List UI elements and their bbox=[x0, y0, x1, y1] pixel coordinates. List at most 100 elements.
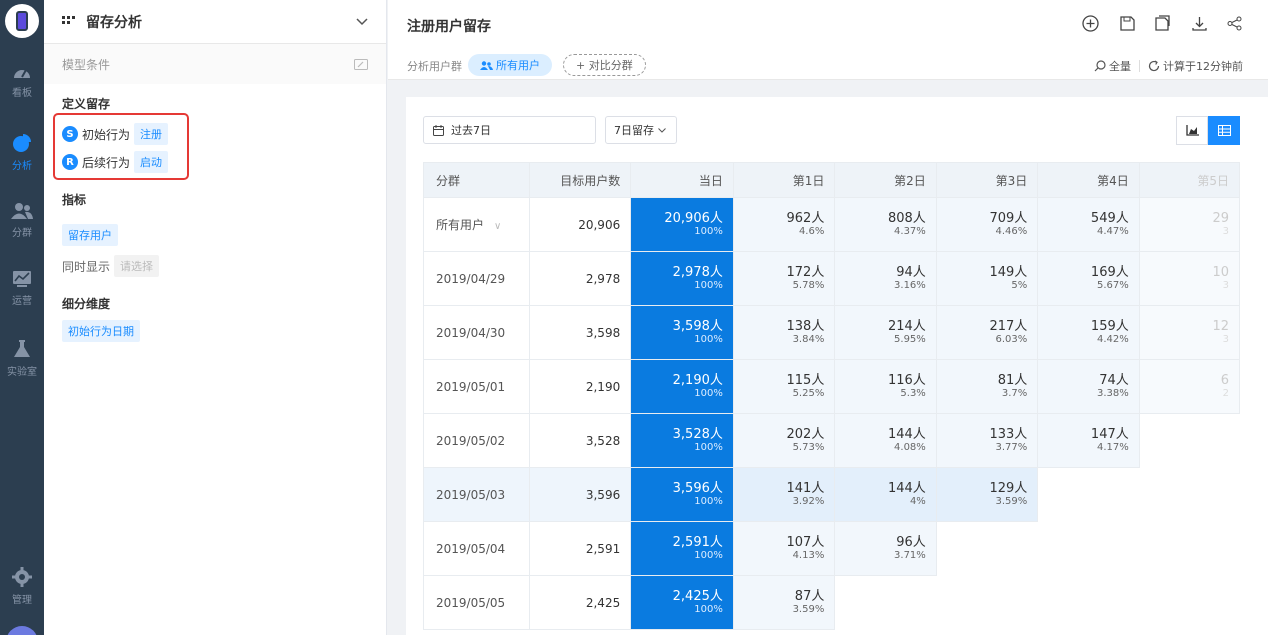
retention-cell: 2,190人 100% bbox=[630, 359, 734, 414]
table-view-button[interactable] bbox=[1208, 116, 1240, 145]
add-icon[interactable] bbox=[1081, 14, 1099, 32]
panel-title: 留存分析 bbox=[86, 14, 142, 31]
retention-cell: 141人 3.92% bbox=[732, 467, 836, 522]
nav-label: 分群 bbox=[12, 228, 32, 239]
share-icon[interactable] bbox=[1225, 14, 1243, 32]
retained-count: 81人 bbox=[997, 372, 1028, 388]
group-name: 2019/05/02 bbox=[436, 433, 506, 448]
dimension-tag[interactable]: 初始行为日期 bbox=[62, 320, 140, 342]
retained-count: 2,425人 bbox=[672, 588, 723, 604]
group-cell: 2019/05/01 bbox=[423, 359, 530, 414]
retention-cell: 2,591人 100% bbox=[630, 521, 734, 576]
empty-cell bbox=[1139, 467, 1240, 522]
target-users-cell: 2,978 bbox=[528, 251, 632, 306]
nav-item-operations[interactable]: 运营 bbox=[0, 270, 44, 320]
nav-item-dashboard[interactable]: 看板 bbox=[0, 64, 44, 114]
retained-count: 962人 bbox=[786, 210, 825, 226]
target-users-cell: 3,598 bbox=[528, 305, 632, 360]
retained-count: 87人 bbox=[794, 588, 825, 604]
save-as-icon[interactable] bbox=[1154, 14, 1172, 32]
retention-cell: 94人 3.16% bbox=[834, 251, 937, 306]
computed-time: 计算于12分钟前 bbox=[1163, 60, 1243, 73]
retained-count: 709人 bbox=[989, 210, 1028, 226]
section-title-metrics: 指标 bbox=[62, 193, 87, 207]
retention-cell: 133人 3.77% bbox=[935, 413, 1039, 468]
retained-count: 129人 bbox=[989, 480, 1028, 496]
save-icon[interactable] bbox=[1118, 14, 1136, 32]
retention-cell: 107人 4.13% bbox=[732, 521, 836, 576]
retained-count: 107人 bbox=[786, 534, 825, 550]
target-users-cell: 3,528 bbox=[528, 413, 632, 468]
retained-count: 3,598人 bbox=[672, 318, 723, 334]
retention-rate: 3.92% bbox=[792, 495, 825, 507]
nav-item-analysis[interactable]: 分析 bbox=[0, 133, 44, 183]
empty-cell bbox=[1037, 467, 1140, 522]
retention-cell: 169人 5.67% bbox=[1037, 251, 1140, 306]
retention-rate: 3.77% bbox=[995, 441, 1028, 453]
retention-period-select[interactable]: 7日留存 bbox=[605, 116, 677, 144]
retention-rate: 4.08% bbox=[894, 441, 926, 453]
retained-count: 10 bbox=[1212, 264, 1229, 280]
retention-cell: 3,598人 100% bbox=[630, 305, 734, 360]
app-logo[interactable] bbox=[5, 4, 39, 38]
date-range-value: 过去7日 bbox=[451, 124, 491, 137]
retention-rate: 5.3% bbox=[900, 387, 926, 399]
group-cell[interactable]: 所有用户 ∨ bbox=[423, 197, 530, 252]
section-title-define: 定义留存 bbox=[62, 97, 111, 111]
calendar-icon bbox=[433, 124, 444, 136]
main-area: 注册用户留存 分析用户群 所有用户 + 对比分群 全量 计算于12分钟前 过去7… bbox=[388, 0, 1268, 635]
retained-count: 159人 bbox=[1090, 318, 1129, 334]
retained-count: 20,906人 bbox=[664, 210, 723, 226]
retention-cell: 147人 4.17% bbox=[1037, 413, 1140, 468]
retention-cell: 144人 4.08% bbox=[834, 413, 937, 468]
target-users-cell: 2,591 bbox=[528, 521, 632, 576]
monitor-chart-icon bbox=[13, 271, 31, 287]
empty-cell bbox=[1037, 521, 1140, 576]
retained-count: 217人 bbox=[989, 318, 1028, 334]
retention-rate: 100% bbox=[694, 333, 723, 345]
gear-icon bbox=[12, 567, 32, 587]
group-cell: 2019/04/30 bbox=[423, 305, 530, 360]
retention-cell: 138人 3.84% bbox=[732, 305, 836, 360]
flask-icon bbox=[14, 340, 30, 357]
add-compare-button[interactable]: + 对比分群 bbox=[563, 54, 646, 76]
retention-cell: 96人 3.71% bbox=[834, 521, 937, 576]
retained-count: 3,596人 bbox=[672, 480, 723, 496]
chevron-down-icon[interactable]: ∨ bbox=[494, 221, 501, 232]
retention-cell: 3,528人 100% bbox=[630, 413, 734, 468]
retention-cell: 62 bbox=[1138, 359, 1240, 414]
date-range-picker[interactable]: 过去7日 bbox=[423, 116, 596, 144]
metric-row: 留存用户 bbox=[62, 224, 118, 246]
table-row: 2019/05/05 2,425 2,425人 100% 87人 3.59% bbox=[423, 575, 1240, 630]
retention-rate: 5% bbox=[1011, 279, 1028, 291]
metric-tag[interactable]: 留存用户 bbox=[62, 224, 118, 246]
retained-count: 115人 bbox=[786, 372, 825, 388]
refresh-icon[interactable] bbox=[1148, 60, 1160, 72]
group-name: 所有用户 bbox=[436, 218, 485, 232]
retention-rate: 5.95% bbox=[894, 333, 926, 345]
also-show-label: 同时显示 bbox=[62, 259, 111, 274]
nav-item-segments[interactable]: 分群 bbox=[0, 202, 44, 252]
retention-rate: 100% bbox=[694, 441, 723, 453]
group-chip-all-users[interactable]: 所有用户 bbox=[468, 54, 552, 76]
also-show-select[interactable]: 请选择 bbox=[114, 255, 160, 277]
scope-toggle[interactable]: 全量 bbox=[1109, 58, 1131, 74]
retained-count: 147人 bbox=[1090, 426, 1129, 442]
highlight-box bbox=[53, 113, 189, 180]
left-nav: 看板 分析 分群 运营 实验室 管理 bbox=[0, 0, 44, 635]
retention-cell: 10 3 bbox=[1138, 251, 1240, 306]
nav-item-admin[interactable]: 管理 bbox=[0, 567, 44, 617]
retention-rate: 3 bbox=[1222, 279, 1229, 291]
nav-item-lab[interactable]: 实验室 bbox=[0, 339, 44, 389]
retention-rate: 100% bbox=[694, 603, 723, 615]
download-icon[interactable] bbox=[1190, 14, 1208, 32]
model-conditions-row: 模型条件 bbox=[44, 44, 386, 84]
edit-icon[interactable] bbox=[354, 58, 368, 70]
retention-rate: 3.16% bbox=[894, 279, 926, 291]
page-title: 注册用户留存 bbox=[407, 19, 491, 35]
retention-rate: 5.73% bbox=[792, 441, 825, 453]
avatar[interactable] bbox=[6, 626, 38, 635]
chevron-down-icon[interactable] bbox=[356, 17, 368, 26]
chart-view-button[interactable] bbox=[1176, 116, 1208, 145]
nav-label: 实验室 bbox=[7, 367, 37, 378]
